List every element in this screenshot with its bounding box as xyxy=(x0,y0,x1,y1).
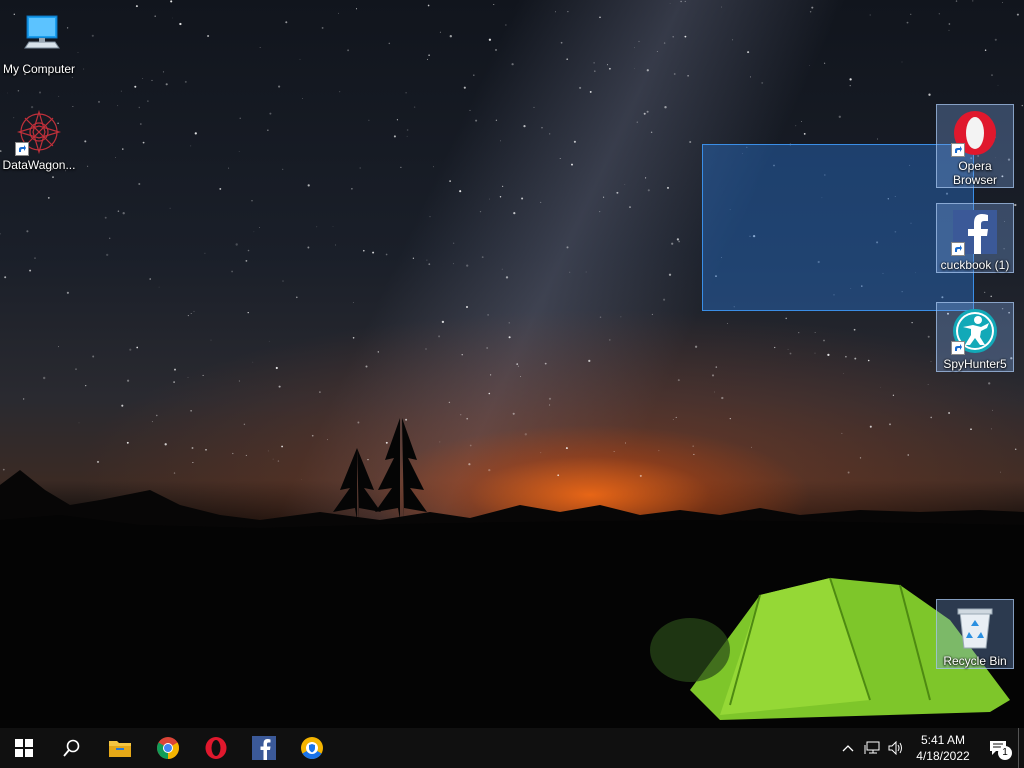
clock-time: 5:41 AM xyxy=(920,733,966,747)
desktop-icon-label: DataWagon... xyxy=(2,158,76,172)
shortcut-arrow-icon xyxy=(951,242,965,256)
desktop-icon-label: Opera Browser xyxy=(952,159,997,187)
datawagon-icon xyxy=(15,108,63,156)
recycle-bin-icon xyxy=(951,604,999,652)
desktop-icon-label: My Computer xyxy=(2,62,76,76)
search-button[interactable] xyxy=(48,728,96,768)
desktop-icon-spyhunter[interactable]: SpyHunter5 xyxy=(936,302,1014,372)
taskbar-facebook[interactable] xyxy=(240,728,288,768)
volume-button[interactable] xyxy=(884,728,908,768)
facebook-icon xyxy=(252,736,276,760)
shield-browser-icon xyxy=(301,737,323,759)
opera-icon xyxy=(951,109,999,157)
spyhunter-icon xyxy=(951,307,999,355)
desktop-icon-recycle-bin[interactable]: Recycle Bin xyxy=(936,599,1014,669)
shortcut-arrow-icon xyxy=(951,143,965,157)
system-tray: 5:41 AM 4/18/2022 1 xyxy=(836,728,1024,768)
desktop-icon-opera[interactable]: Opera Browser xyxy=(936,104,1014,188)
computer-icon xyxy=(15,12,63,60)
taskbar-opera[interactable] xyxy=(192,728,240,768)
network-icon xyxy=(864,741,880,754)
network-button[interactable] xyxy=(860,728,884,768)
landscape-silhouette xyxy=(0,418,1024,728)
start-icon xyxy=(15,739,33,757)
chevron-up-icon xyxy=(842,745,854,752)
search-icon xyxy=(63,739,80,757)
file-explorer-icon xyxy=(109,741,131,757)
desktop-icon-label: cuckbook (1) xyxy=(940,258,1010,272)
opera-icon xyxy=(205,737,227,759)
desktop-wallpaper[interactable]: My Computer DataWagon... Opera Browser c… xyxy=(0,0,1024,728)
show-hidden-icons-button[interactable] xyxy=(836,728,860,768)
desktop-icon-cuckbook[interactable]: cuckbook (1) xyxy=(936,203,1014,273)
selection-rectangle xyxy=(702,144,974,311)
shortcut-arrow-icon xyxy=(951,341,965,355)
start-button[interactable] xyxy=(0,728,48,768)
taskbar-chrome[interactable] xyxy=(144,728,192,768)
chrome-icon xyxy=(157,737,179,759)
facebook-icon xyxy=(951,208,999,256)
clock-date: 4/18/2022 xyxy=(916,749,970,763)
shortcut-arrow-icon xyxy=(15,142,29,156)
volume-icon xyxy=(888,741,902,755)
action-center-button[interactable]: 1 xyxy=(978,728,1018,768)
taskbar-file-explorer[interactable] xyxy=(96,728,144,768)
notification-count-badge: 1 xyxy=(998,746,1012,760)
desktop-icon-label: SpyHunter5 xyxy=(943,357,1007,371)
taskbar-secure-browser[interactable] xyxy=(288,728,336,768)
clock[interactable]: 5:41 AM 4/18/2022 xyxy=(908,732,978,764)
desktop-icon-datawagon[interactable]: DataWagon... xyxy=(1,104,77,172)
desktop-icon-label: Recycle Bin xyxy=(943,654,1007,668)
taskbar: 5:41 AM 4/18/2022 1 xyxy=(0,728,1024,768)
desktop-icon-my-computer[interactable]: My Computer xyxy=(1,8,77,76)
show-desktop-button[interactable] xyxy=(1018,728,1024,768)
